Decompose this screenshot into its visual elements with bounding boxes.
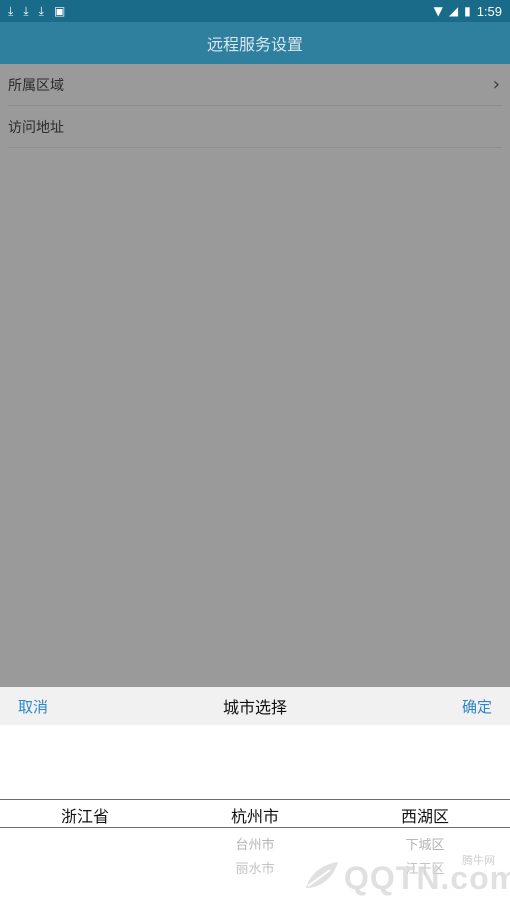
image-icon: ▣ — [53, 4, 66, 18]
watermark-small-text: 腾牛网 — [462, 854, 495, 867]
watermark-logo: QQTN.com 腾牛网 — [300, 850, 510, 900]
download-icon: ⤓ — [38, 4, 44, 18]
address-row[interactable]: 访问地址 — [8, 106, 502, 148]
region-label: 所属区域 — [8, 77, 64, 94]
signal-icon: ◢ — [448, 4, 459, 18]
download-icon: ⤓ — [23, 4, 29, 18]
region-row[interactable]: 所属区域 › — [8, 64, 502, 106]
status-bar: ⤓ ⤓ ⤓ ▣ ▼ ◢ ▮ 1:59 — [0, 0, 510, 22]
settings-form: 所属区域 › 访问地址 — [0, 64, 510, 148]
province-column[interactable]: 浙江省 — [0, 725, 170, 904]
province-selected[interactable]: 浙江省 — [0, 803, 170, 827]
page-title: 远程服务设置 — [206, 35, 303, 54]
picker-title: 城市选择 — [222, 698, 287, 717]
title-bar: 远程服务设置 — [0, 22, 510, 64]
battery-icon: ▮ — [464, 4, 471, 18]
status-time: 1:59 — [476, 3, 502, 19]
chevron-right-icon: › — [492, 74, 500, 95]
download-icon: ⤓ — [8, 4, 14, 18]
district-selected[interactable]: 西湖区 — [340, 803, 510, 827]
confirm-button[interactable]: 确定 — [462, 696, 492, 717]
wifi-icon: ▼ — [433, 4, 443, 18]
city-selected[interactable]: 杭州市 — [170, 803, 340, 827]
picker-header: 取消 城市选择 确定 — [0, 687, 510, 725]
address-label: 访问地址 — [8, 119, 64, 136]
watermark-leaf-icon — [306, 862, 338, 888]
cancel-button[interactable]: 取消 — [18, 696, 48, 717]
